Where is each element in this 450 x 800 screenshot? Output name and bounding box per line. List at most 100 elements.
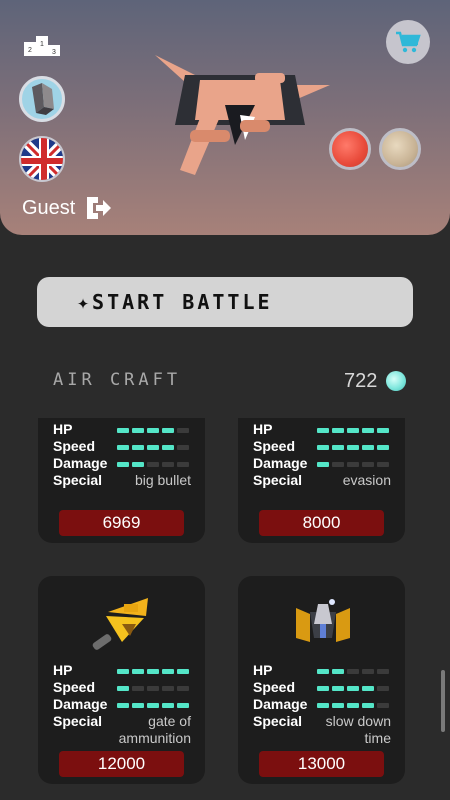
shopping-cart-icon [396, 31, 421, 53]
gem-count: 722 [344, 370, 378, 392]
damage-label: Damage [253, 455, 308, 471]
buy-button[interactable]: 13000 [259, 751, 384, 777]
speed-label: Speed [253, 438, 296, 454]
hero-panel: 1 2 3 Guest [0, 0, 450, 235]
stat-segment [317, 428, 329, 433]
stat-segment [377, 669, 389, 674]
damage-bar [117, 703, 189, 709]
avatar[interactable] [19, 76, 65, 122]
stat-segment [317, 686, 329, 691]
color-option-tan[interactable] [379, 128, 421, 170]
stat-segment [332, 445, 344, 450]
hp-bar [317, 669, 389, 675]
stat-segment [177, 462, 189, 467]
aircraft-card[interactable]: HP Speed Damage Special slow down time 1… [238, 576, 405, 784]
stat-segment [117, 703, 129, 708]
stat-segment [362, 445, 374, 450]
aircraft-card[interactable]: HP Speed Damage Special gate of ammuniti… [38, 576, 205, 784]
shop-button[interactable] [386, 20, 430, 64]
special-label: Special [53, 472, 103, 488]
svg-text:3: 3 [52, 49, 56, 56]
damage-bar [317, 462, 389, 468]
special-label: Special [253, 713, 303, 729]
stat-segment [362, 428, 374, 433]
stat-segment [177, 669, 189, 674]
speed-label: Speed [53, 679, 96, 695]
hp-bar [117, 669, 189, 675]
hp-label: HP [253, 421, 273, 437]
scrollbar[interactable] [441, 670, 445, 732]
hp-label: HP [253, 662, 273, 678]
stat-segment [132, 445, 144, 450]
hp-label: HP [53, 421, 73, 437]
stat-segment [377, 703, 389, 708]
stat-segment [117, 669, 129, 674]
stat-segment [177, 445, 189, 450]
start-battle-button[interactable]: ✦START BATTLE [37, 277, 413, 327]
stat-segment [147, 445, 159, 450]
stat-segment [162, 428, 174, 433]
aircraft-image [296, 599, 350, 642]
stat-segment [117, 686, 129, 691]
stat-segment [347, 686, 359, 691]
hp-bar [117, 428, 189, 434]
stat-segment [347, 669, 359, 674]
speed-bar [117, 445, 189, 451]
speed-bar [117, 686, 189, 692]
stat-segment [347, 703, 359, 708]
stat-segment [332, 462, 344, 467]
special-value: gate of ammunition [118, 713, 191, 746]
user-name: Guest [22, 197, 76, 219]
special-value: evasion [342, 472, 391, 488]
stat-segment [132, 462, 144, 467]
uk-flag-icon[interactable] [19, 136, 65, 182]
svg-text:1: 1 [40, 41, 44, 48]
buy-button[interactable]: 6969 [59, 510, 184, 536]
stat-segment [362, 703, 374, 708]
stat-segment [362, 686, 374, 691]
stat-segment [147, 462, 159, 467]
section-title: AIR CRAFT [53, 370, 182, 390]
stat-segment [162, 669, 174, 674]
stat-segment [132, 669, 144, 674]
special-label: Special [53, 713, 103, 729]
stat-segment [317, 462, 329, 467]
stat-segment [332, 686, 344, 691]
special-label: Special [253, 472, 303, 488]
selected-aircraft-image [155, 55, 330, 175]
aircraft-list[interactable]: HP Speed Damage Special big bullet 6969 … [0, 418, 450, 800]
damage-bar [117, 462, 189, 468]
damage-label: Damage [53, 455, 108, 471]
stat-segment [117, 462, 129, 467]
stat-segment [132, 686, 144, 691]
stat-segment [377, 462, 389, 467]
buy-button[interactable]: 8000 [259, 510, 384, 536]
hp-label: HP [53, 662, 73, 678]
speed-label: Speed [253, 679, 296, 695]
leaderboard-icon[interactable]: 1 2 3 [24, 30, 60, 56]
logout-icon[interactable] [84, 195, 112, 221]
stat-segment [147, 703, 159, 708]
stat-segment [332, 703, 344, 708]
aircraft-card[interactable]: HP Speed Damage Special big bullet 6969 [38, 418, 205, 543]
stat-segment [162, 686, 174, 691]
stat-segment [347, 445, 359, 450]
buy-button[interactable]: 12000 [59, 751, 184, 777]
stat-segment [362, 669, 374, 674]
stat-segment [347, 428, 359, 433]
special-value: big bullet [134, 472, 191, 488]
svg-text:2: 2 [28, 47, 32, 54]
stat-segment [162, 703, 174, 708]
speed-label: Speed [53, 438, 96, 454]
aircraft-card[interactable]: HP Speed Damage Special evasion 8000 [238, 418, 405, 543]
stat-segment [117, 445, 129, 450]
gem-icon [386, 371, 406, 391]
speed-bar [317, 445, 389, 451]
stat-segment [162, 445, 174, 450]
stat-segment [317, 703, 329, 708]
hp-bar [317, 428, 389, 434]
speed-bar [317, 686, 389, 692]
stat-segment [117, 428, 129, 433]
stat-segment [132, 428, 144, 433]
color-option-red[interactable] [329, 128, 371, 170]
